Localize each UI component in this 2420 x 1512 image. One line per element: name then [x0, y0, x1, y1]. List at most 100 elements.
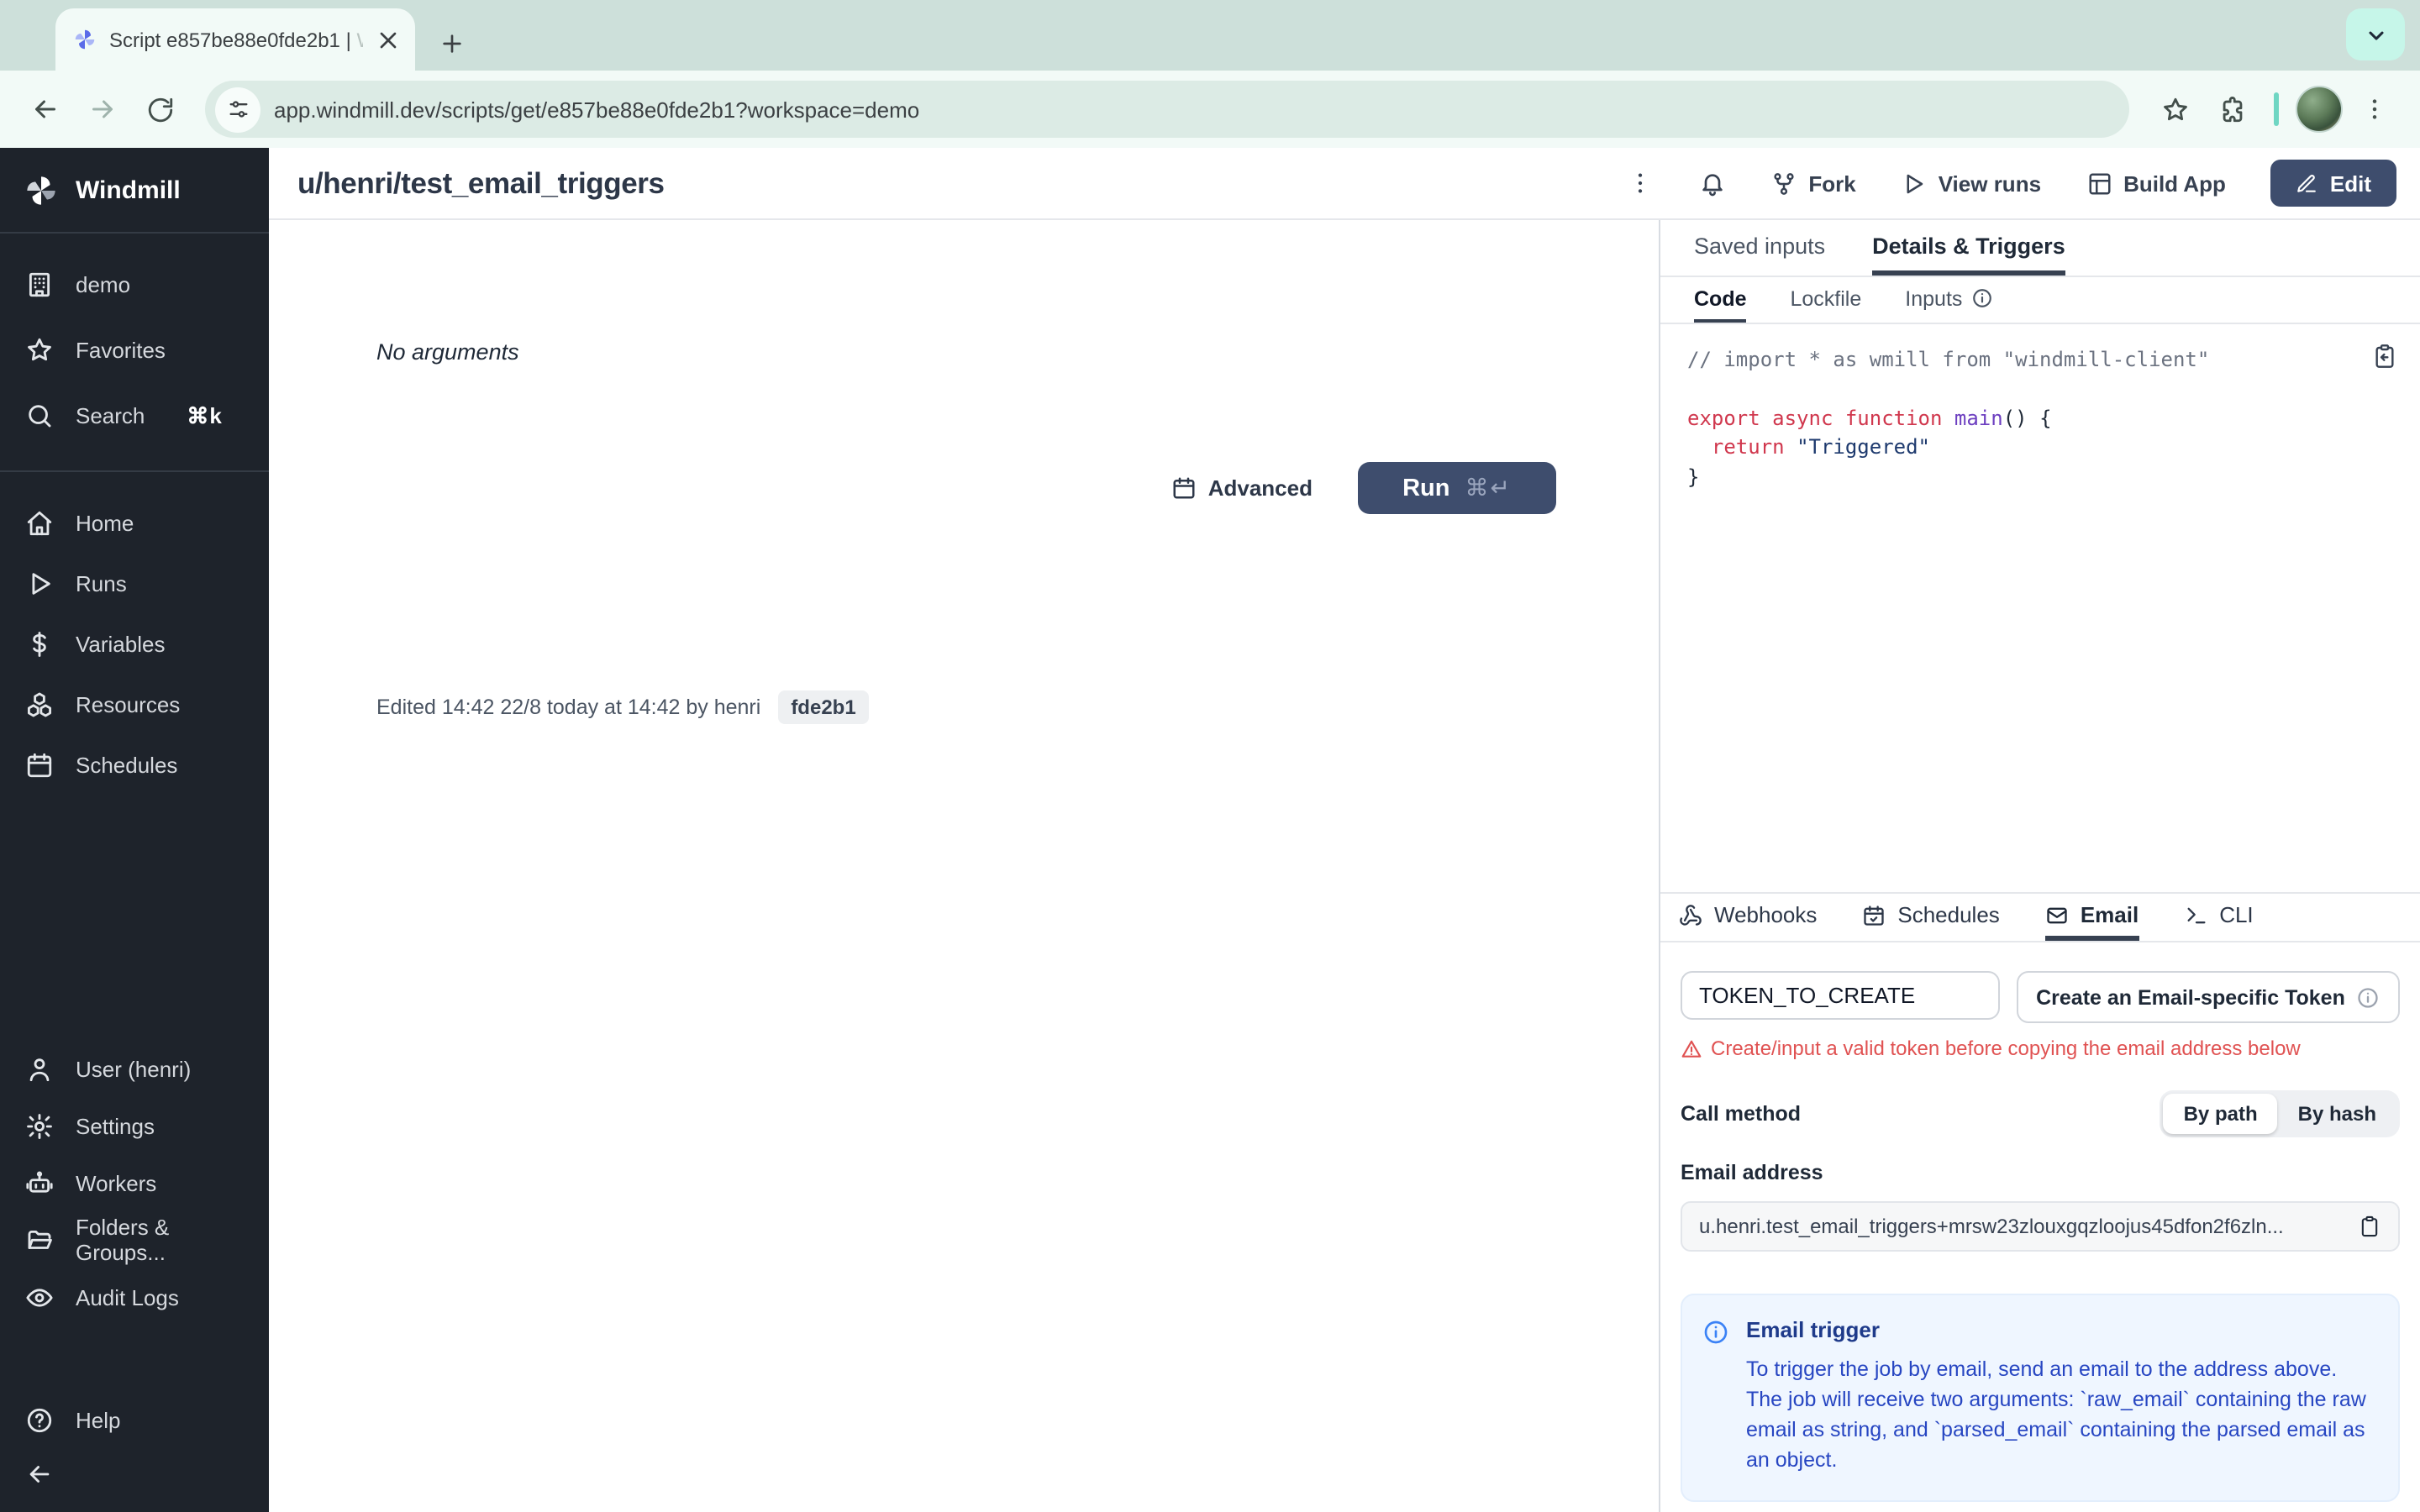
browser-menu-button[interactable] — [2349, 84, 2400, 134]
info-icon — [1704, 1320, 1728, 1344]
fork-icon — [1774, 172, 1794, 194]
sidebar-item-folders[interactable]: Folders & Groups... — [0, 1211, 269, 1268]
details-panel: Saved inputs Details & Triggers Code Loc… — [1659, 220, 2420, 1512]
token-warning: Create/input a valid token before copyin… — [1681, 1037, 2400, 1060]
view-runs-button[interactable]: View runs — [1902, 171, 2041, 196]
profile-avatar[interactable] — [2296, 86, 2343, 133]
kebab-icon — [1639, 173, 1643, 193]
search-icon — [29, 405, 51, 428]
copy-code-button[interactable] — [2371, 343, 2398, 379]
tab-search-chevron[interactable] — [2346, 8, 2405, 60]
sidebar-item-favorites[interactable]: Favorites — [0, 318, 269, 383]
user-icon — [29, 1058, 50, 1081]
version-hash-badge[interactable]: fde2b1 — [777, 690, 870, 724]
tab-cli[interactable]: CLI — [2184, 894, 2254, 941]
site-settings-button[interactable] — [215, 87, 260, 132]
back-button[interactable] — [20, 84, 71, 134]
new-tab-icon[interactable] — [439, 30, 466, 57]
sidebar-item-workspace[interactable]: demo — [0, 252, 269, 318]
tab-code[interactable]: Code — [1694, 277, 1747, 323]
boxes-icon — [27, 691, 52, 717]
tab-saved-inputs[interactable]: Saved inputs — [1694, 220, 1825, 276]
token-input[interactable] — [1681, 971, 2000, 1020]
calendar-icon — [1173, 477, 1195, 499]
call-method-toggle: By path By hash — [2160, 1090, 2400, 1137]
build-app-button[interactable]: Build App — [2086, 171, 2226, 196]
sidebar-item-schedules[interactable]: Schedules — [0, 734, 269, 795]
warning-icon — [1681, 1039, 1702, 1057]
sidebar-item-runs[interactable]: Runs — [0, 553, 269, 613]
advanced-button[interactable]: Advanced — [1171, 475, 1313, 501]
email-address-field[interactable]: u.henri.test_email_triggers+mrsw23zlouxg… — [1681, 1201, 2400, 1252]
sidebar-item-resources[interactable]: Resources — [0, 674, 269, 734]
sidebar-item-audit-logs[interactable]: Audit Logs — [0, 1268, 269, 1326]
browser-tab[interactable]: Script e857be88e0fde2b1 | W — [55, 8, 415, 71]
gear-icon — [27, 1113, 52, 1138]
page-title: u/henri/test_email_triggers — [297, 165, 665, 199]
url-bar[interactable]: app.windmill.dev/scripts/get/e857be88e0f… — [205, 81, 2129, 138]
tab-webhooks[interactable]: Webhooks — [1679, 894, 1817, 941]
code-subtabs: Code Lockfile Inputs — [1660, 277, 2420, 324]
notifications-button[interactable] — [1699, 170, 1726, 197]
screen: Script e857be88e0fde2b1 | W app.windmill… — [0, 0, 2420, 1512]
fork-button[interactable]: Fork — [1771, 171, 1856, 196]
info-icon — [2359, 987, 2379, 1007]
code-viewer[interactable]: // import * as wmill from "windmill-clie… — [1660, 324, 2420, 892]
browser-tab-strip: Script e857be88e0fde2b1 | W — [0, 0, 2420, 71]
clipboard-copy-icon — [2375, 344, 2394, 368]
play-icon — [32, 572, 50, 594]
run-shortcut: ⌘↵ — [1465, 474, 1512, 501]
more-options-button[interactable] — [1627, 170, 1654, 197]
sidebar-item-home[interactable]: Home — [0, 492, 269, 553]
code-comment: // import * as wmill from "windmill-clie… — [1687, 348, 2210, 371]
toolbar-separator — [2274, 92, 2279, 126]
sidebar: Windmill demo Favorites Search ⌘k Home R… — [0, 148, 269, 1512]
sidebar-logo[interactable]: Windmill — [0, 148, 269, 232]
info-box-body: To trigger the job by email, send an ema… — [1746, 1357, 2366, 1473]
email-address-label: Email address — [1681, 1161, 1823, 1184]
tab-close-icon[interactable] — [375, 26, 402, 53]
logo-label: Windmill — [76, 176, 181, 204]
edit-button[interactable]: Edit — [2270, 160, 2396, 207]
no-arguments-text: No arguments — [376, 339, 519, 365]
by-hash-option[interactable]: By hash — [2278, 1094, 2396, 1134]
sidebar-item-user[interactable]: User (henri) — [0, 1040, 269, 1097]
sidebar-collapse-button[interactable] — [0, 1448, 269, 1499]
create-email-token-button[interactable]: Create an Email-specific Token — [2017, 971, 2400, 1023]
tab-lockfile[interactable]: Lockfile — [1791, 277, 1862, 323]
reload-button[interactable] — [134, 84, 185, 134]
email-address-value: u.henri.test_email_triggers+mrsw23zlouxg… — [1699, 1215, 2284, 1238]
calendar-icon — [27, 752, 52, 777]
windmill-logo-icon — [27, 176, 55, 204]
sidebar-item-help[interactable]: Help — [0, 1391, 269, 1448]
bookmark-button[interactable] — [2149, 84, 2200, 134]
calendar-check-icon — [1864, 905, 1885, 925]
star-icon — [2163, 97, 2186, 120]
edited-info: Edited 14:42 22/8 today at 14:42 by henr… — [376, 690, 870, 724]
sidebar-item-variables[interactable]: Variables — [0, 613, 269, 674]
clipboard-icon[interactable] — [2358, 1215, 2381, 1238]
tab-details-triggers[interactable]: Details & Triggers — [1872, 220, 2065, 276]
reload-icon — [147, 97, 172, 122]
run-preview-pane: No arguments Advanced Run ⌘↵ Edited 14:4… — [269, 220, 1659, 1512]
extensions-button[interactable] — [2207, 84, 2257, 134]
browser-toolbar: app.windmill.dev/scripts/get/e857be88e0f… — [0, 71, 2420, 148]
sidebar-item-settings[interactable]: Settings — [0, 1097, 269, 1154]
sidebar-item-search[interactable]: Search ⌘k — [0, 383, 269, 449]
pencil-icon — [2298, 174, 2317, 192]
url-text[interactable]: app.windmill.dev/scripts/get/e857be88e0f… — [274, 97, 919, 122]
eye-icon — [26, 1288, 53, 1306]
sidebar-item-workers[interactable]: Workers — [0, 1154, 269, 1211]
tab-inputs[interactable]: Inputs — [1905, 277, 1992, 323]
mail-icon — [2047, 906, 2067, 923]
puzzle-icon — [2222, 96, 2242, 122]
by-path-option[interactable]: By path — [2163, 1094, 2278, 1134]
tab-email-trigger[interactable]: Email — [2044, 894, 2139, 941]
search-shortcut: ⌘k — [187, 402, 223, 428]
arrow-left-icon — [29, 1465, 50, 1482]
email-trigger-info-box: Email trigger To trigger the job by emai… — [1681, 1294, 2400, 1501]
run-button[interactable]: Run ⌘↵ — [1358, 462, 1556, 514]
forward-button[interactable] — [77, 84, 128, 134]
dollar-icon — [33, 631, 46, 656]
tab-schedules-trigger[interactable]: Schedules — [1862, 894, 2000, 941]
